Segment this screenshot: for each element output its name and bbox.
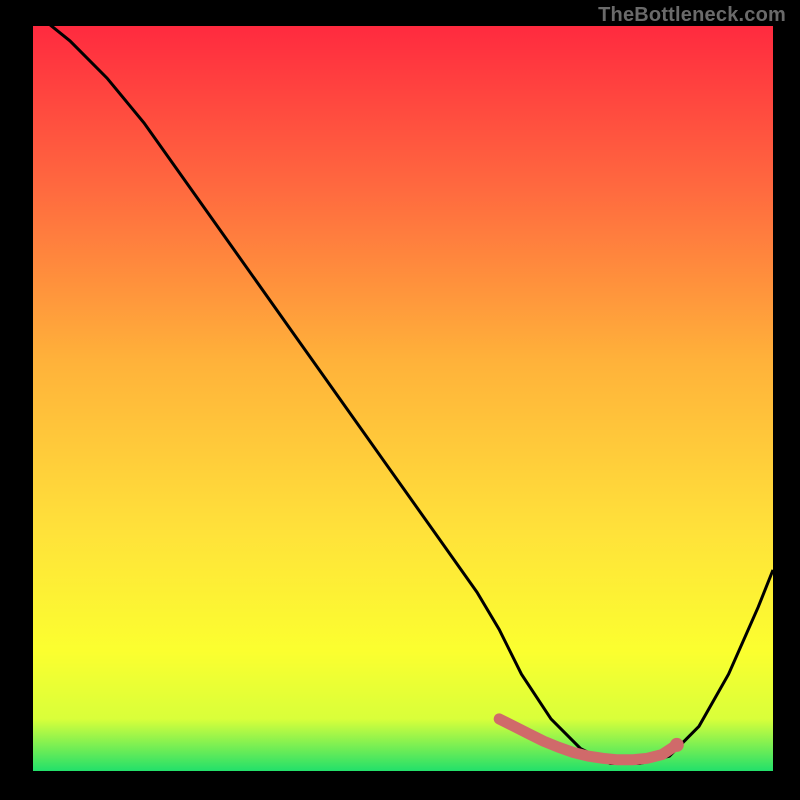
chart-frame: TheBottleneck.com	[0, 0, 800, 800]
chart-svg	[33, 26, 773, 771]
optimal-range-end-dot	[670, 738, 684, 752]
watermark-label: TheBottleneck.com	[598, 4, 786, 27]
gradient-background	[33, 26, 773, 771]
plot-area	[33, 26, 773, 771]
